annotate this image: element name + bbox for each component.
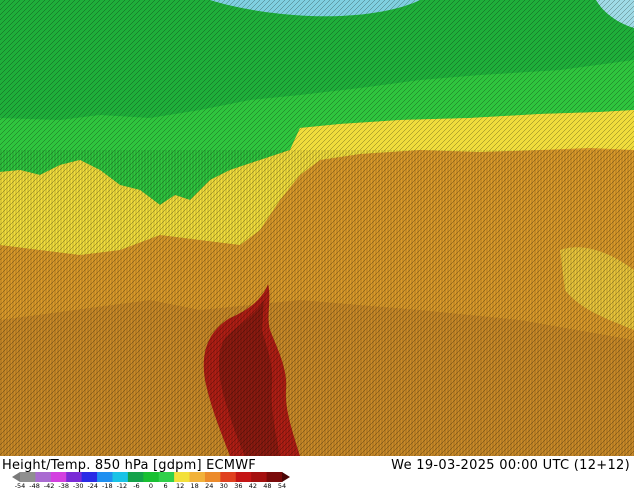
colorbar-tick-label: -48: [29, 482, 40, 490]
colorbar-tick-label: -18: [102, 482, 113, 490]
colorbar-tick-label: 42: [248, 482, 258, 490]
colorbar-ticks: -54 -48 -42 -38 -30 -24 -18 -12 -6 0 6 12 18 24 30 36 42…: [12, 482, 290, 490]
colorbar-tick-label: 48: [263, 482, 272, 490]
colorbar-tick-label: 30: [219, 482, 228, 490]
colorbar-tick-label: -54: [14, 482, 26, 490]
colorbar-segment: [204, 472, 221, 482]
colorbar-segment: [174, 472, 191, 482]
colorbar-tick-label: 36: [234, 482, 243, 490]
colorbar-tick-label: 54: [277, 482, 287, 490]
colorbar-tick-label: 6: [163, 482, 168, 490]
colorbar-segment: [127, 472, 144, 482]
colorbar-segment: [220, 472, 237, 482]
colorbar-segment: [20, 472, 36, 482]
colorbar-segment: [235, 472, 252, 482]
contour-lines: [0, 150, 634, 456]
colorbar-segment: [50, 472, 67, 482]
colorbar-tick-label: -24: [87, 482, 99, 490]
colorbar-tick-label: 18: [190, 482, 199, 490]
colorbar-tick-label: 0: [148, 482, 154, 490]
colorbar-segment: [143, 472, 160, 482]
colorbar-segment: [97, 472, 113, 482]
colorbar-tick-label: -12: [116, 482, 128, 490]
colorbar-tick-label: 12: [175, 482, 185, 490]
colorbar-segment: [66, 472, 83, 482]
colorbar-tick-label: 24: [205, 482, 214, 490]
colorbar-tick-label: -38: [58, 482, 69, 490]
weather-map: [0, 0, 634, 456]
colorbar-segment: [251, 472, 268, 482]
colorbar-tick-label: -6: [133, 482, 140, 490]
colorbar-arrow-left: [12, 472, 20, 482]
colorbar-segment: [158, 472, 175, 482]
colorbar-segment: [266, 472, 283, 482]
colorbar-tick-label: -42: [43, 482, 55, 490]
colorbar-arrow-right: [282, 472, 290, 482]
colorbar-segment: [81, 472, 98, 482]
colorbar-segment: [35, 472, 52, 482]
colorbar-segment: [189, 472, 206, 482]
colorbar-segment: [112, 472, 129, 482]
colorbar-tick-label: -30: [72, 482, 84, 490]
valid-time: We 19-03-2025 00:00 UTC (12+12): [391, 458, 630, 473]
